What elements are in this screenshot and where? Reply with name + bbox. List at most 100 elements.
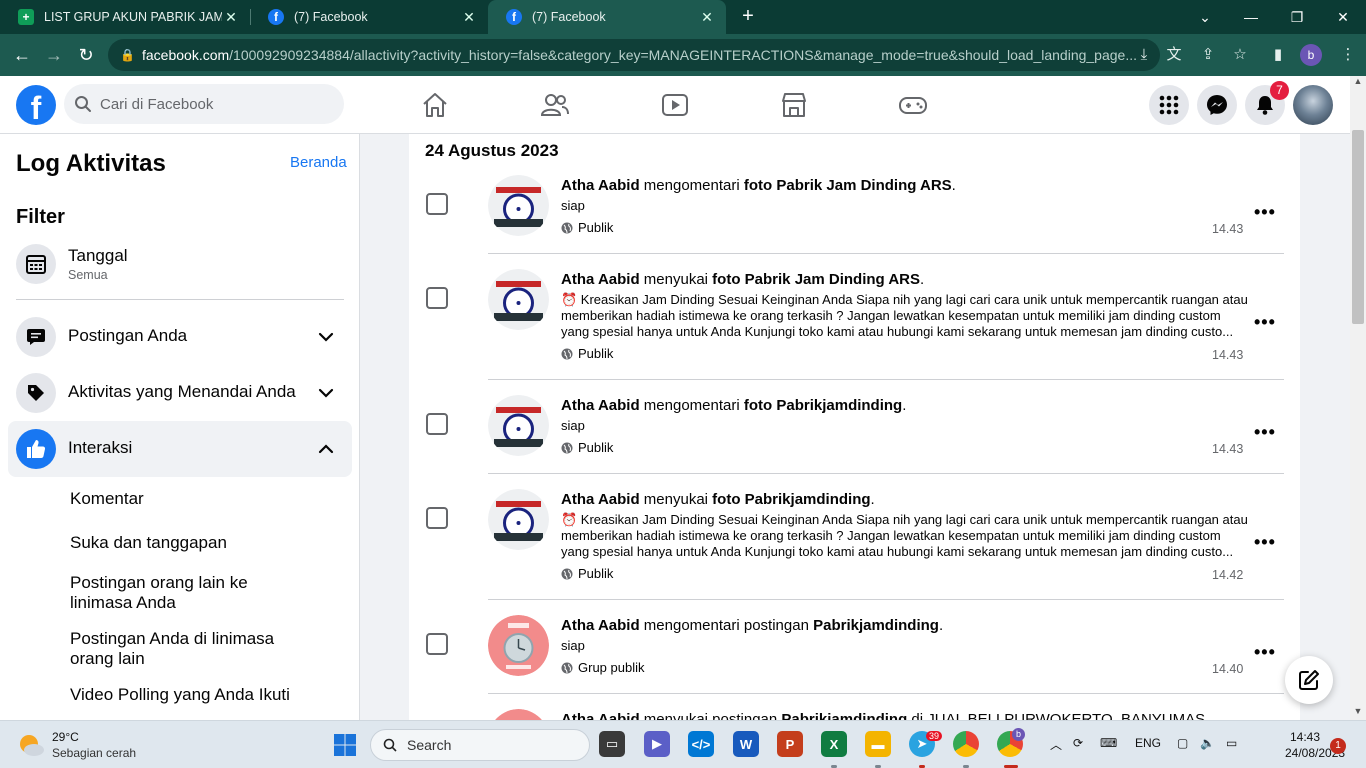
gaming-icon[interactable] — [898, 90, 928, 120]
page-avatar[interactable] — [488, 395, 549, 456]
video-icon[interactable] — [660, 90, 690, 120]
more-options-icon[interactable]: ••• — [1254, 532, 1276, 553]
sidebar-subitem-others-posts[interactable]: Postingan orang lain ke linimasa Anda — [70, 573, 310, 613]
forward-arrow-icon[interactable]: → — [42, 43, 66, 67]
object-type[interactable]: foto — [712, 491, 740, 508]
activity-checkbox[interactable] — [426, 633, 448, 655]
new-tab-icon[interactable]: + — [738, 6, 758, 26]
browser-tab-facebook-2[interactable]: f (7) Facebook ✕ — [488, 0, 726, 34]
target-name[interactable]: Pabrikjamdinding — [776, 397, 902, 414]
group-avatar[interactable] — [488, 615, 549, 676]
side-panel-icon[interactable]: ▮ — [1268, 45, 1288, 65]
scroll-down-icon[interactable]: ▼ — [1350, 706, 1366, 720]
page-avatar[interactable] — [488, 175, 549, 236]
account-avatar[interactable] — [1293, 85, 1333, 125]
menu-kebab-icon[interactable]: ⋮ — [1338, 45, 1358, 65]
home-icon[interactable] — [420, 90, 450, 120]
friends-icon[interactable] — [540, 90, 570, 120]
target-name[interactable]: Pabrikjamdinding — [781, 711, 907, 720]
scroll-up-icon[interactable]: ▲ — [1350, 76, 1366, 90]
task-view-icon[interactable]: ▭ — [599, 731, 625, 757]
close-icon[interactable]: ✕ — [222, 9, 240, 26]
home-link[interactable]: Beranda — [290, 154, 347, 171]
page-scrollbar[interactable]: ▲ ▼ — [1350, 76, 1366, 720]
tab-search-chevron-icon[interactable]: ⌄ — [1182, 0, 1228, 34]
powerpoint-icon[interactable]: P — [777, 731, 803, 757]
close-icon[interactable]: ✕ — [698, 9, 716, 26]
menu-grid-icon[interactable] — [1149, 85, 1189, 125]
volume-muted-icon[interactable]: 🔈 — [1200, 736, 1215, 750]
language-indicator[interactable]: ENG — [1135, 736, 1161, 750]
tray-sync-icon[interactable]: ⟳ — [1073, 736, 1083, 750]
sidebar-item-your-posts[interactable]: Postingan Anda — [8, 309, 352, 365]
window-close-icon[interactable]: ✕ — [1320, 0, 1366, 34]
battery-icon[interactable]: ▭ — [1226, 736, 1237, 750]
object-type[interactable]: foto — [744, 177, 772, 194]
sidebar-subitem-video-polls[interactable]: Video Polling yang Anda Ikuti — [70, 685, 310, 705]
keyboard-icon[interactable]: ⌨ — [1100, 736, 1117, 750]
sidebar-item-tagged-activity[interactable]: Aktivitas yang Menandai Anda — [8, 365, 352, 421]
actor-name[interactable]: Atha Aabid — [561, 617, 640, 634]
excel-icon[interactable]: X — [821, 731, 847, 757]
minimize-icon[interactable]: — — [1228, 0, 1274, 34]
install-app-icon[interactable]: ⤓ — [1134, 45, 1154, 65]
tray-chevron-up-icon[interactable]: ︿ — [1050, 736, 1062, 753]
sidebar-subitem-likes[interactable]: Suka dan tanggapan — [70, 533, 310, 553]
profile-avatar[interactable]: b — [1300, 44, 1322, 66]
reload-icon[interactable]: ↻ — [74, 43, 98, 67]
notification-center-badge[interactable]: 1 — [1330, 738, 1346, 754]
back-arrow-icon[interactable]: ← — [10, 43, 34, 67]
sidebar-subitem-comments[interactable]: Komentar — [70, 489, 310, 509]
target-name[interactable]: Pabrik Jam Dinding ARS — [745, 271, 920, 288]
activity-checkbox[interactable] — [426, 287, 448, 309]
browser-tab-sheets[interactable]: + LIST GRUP AKUN PABRIK JAM DI... ✕ — [0, 0, 250, 34]
taskbar-clock-time[interactable]: 14:43 — [1290, 730, 1320, 744]
sidebar-subitem-your-posts-elsewhere[interactable]: Postingan Anda di linimasa orang lain — [70, 629, 310, 669]
object-type[interactable]: postingan — [744, 617, 809, 634]
share-icon[interactable]: ⇪ — [1198, 45, 1218, 65]
close-icon[interactable]: ✕ — [460, 9, 478, 26]
url-field[interactable]: 🔒 facebook.com/100092909234884/allactivi… — [108, 39, 1160, 71]
windows-start-icon[interactable] — [333, 733, 357, 757]
new-message-button[interactable] — [1285, 656, 1333, 704]
facebook-logo-icon[interactable]: f — [16, 85, 56, 125]
file-explorer-icon[interactable]: ▬ — [865, 731, 891, 757]
actor-name[interactable]: Atha Aabid — [561, 397, 640, 414]
group-avatar[interactable] — [488, 709, 549, 720]
search-input[interactable] — [100, 84, 330, 124]
vscode-icon[interactable]: </> — [688, 731, 714, 757]
weather-sun-icon[interactable] — [16, 731, 46, 759]
browser-tab-facebook-1[interactable]: f (7) Facebook ✕ — [250, 0, 488, 34]
activity-checkbox[interactable] — [426, 507, 448, 529]
word-icon[interactable]: W — [733, 731, 759, 757]
page-avatar[interactable] — [488, 489, 549, 550]
more-options-icon[interactable]: ••• — [1254, 642, 1276, 663]
chrome-icon[interactable] — [953, 731, 979, 757]
messenger-button[interactable] — [1197, 85, 1237, 125]
activity-checkbox[interactable] — [426, 413, 448, 435]
object-type[interactable]: foto — [712, 271, 740, 288]
activity-checkbox[interactable] — [426, 193, 448, 215]
translate-icon[interactable]: 文 — [1164, 45, 1184, 65]
more-options-icon[interactable]: ••• — [1254, 422, 1276, 443]
marketplace-icon[interactable] — [779, 90, 809, 120]
search-box[interactable] — [64, 84, 344, 124]
actor-name[interactable]: Atha Aabid — [561, 271, 640, 288]
scrollbar-thumb[interactable] — [1352, 130, 1364, 324]
bookmark-star-icon[interactable]: ☆ — [1230, 45, 1250, 65]
object-type[interactable]: foto — [744, 397, 772, 414]
target-name[interactable]: Pabrikjamdinding — [745, 491, 871, 508]
meet-video-icon[interactable]: ▶ — [644, 731, 670, 757]
more-options-icon[interactable]: ••• — [1254, 202, 1276, 223]
actor-name[interactable]: Atha Aabid — [561, 491, 640, 508]
more-options-icon[interactable]: ••• — [1254, 312, 1276, 333]
target-name[interactable]: Pabrik Jam Dinding ARS — [776, 177, 951, 194]
sidebar-item-interactions[interactable]: Interaksi — [8, 421, 352, 477]
taskbar-search[interactable]: Search — [370, 729, 590, 761]
maximize-icon[interactable]: ❐ — [1274, 0, 1320, 34]
object-type[interactable]: postingan — [712, 711, 777, 720]
network-icon[interactable]: ▢ — [1177, 736, 1188, 750]
date-filter[interactable] — [8, 236, 352, 292]
page-avatar[interactable] — [488, 269, 549, 330]
target-name[interactable]: Pabrikjamdinding — [813, 617, 939, 634]
